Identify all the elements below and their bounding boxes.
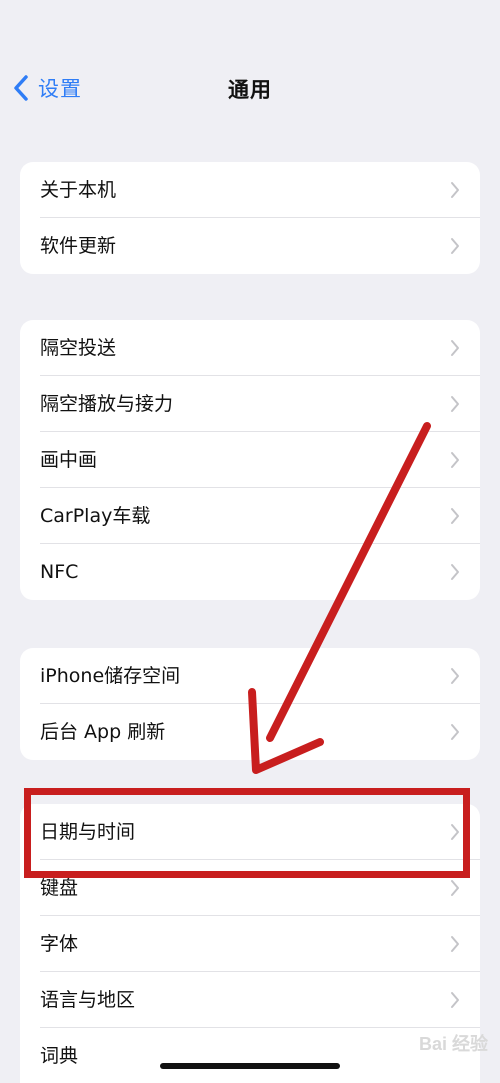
row-label: CarPlay车载 xyxy=(40,505,151,527)
row-fonts[interactable]: 字体 xyxy=(20,916,480,972)
chevron-right-icon xyxy=(451,508,459,524)
chevron-right-icon xyxy=(451,724,459,740)
home-indicator[interactable] xyxy=(160,1063,340,1069)
chevron-right-icon xyxy=(451,880,459,896)
row-label: 画中画 xyxy=(40,449,98,471)
settings-group-connectivity: 隔空投送 隔空播放与接力 画中画 CarPlay车载 NFC xyxy=(20,320,480,600)
chevron-right-icon xyxy=(451,396,459,412)
row-label: 关于本机 xyxy=(40,179,117,201)
row-label: 语言与地区 xyxy=(40,989,136,1011)
row-background-app-refresh[interactable]: 后台 App 刷新 xyxy=(20,704,480,760)
row-keyboard[interactable]: 键盘 xyxy=(20,860,480,916)
row-label: 隔空播放与接力 xyxy=(40,393,174,415)
row-software-update[interactable]: 软件更新 xyxy=(20,218,480,274)
row-date-time[interactable]: 日期与时间 xyxy=(20,804,480,860)
row-about[interactable]: 关于本机 xyxy=(20,162,480,218)
row-label: 日期与时间 xyxy=(40,821,136,843)
row-airdrop[interactable]: 隔空投送 xyxy=(20,320,480,376)
settings-group-device: 关于本机 软件更新 xyxy=(20,162,480,274)
chevron-right-icon xyxy=(451,340,459,356)
settings-group-locale: 日期与时间 键盘 字体 语言与地区 词典 xyxy=(20,804,480,1083)
chevron-right-icon xyxy=(451,238,459,254)
chevron-right-icon xyxy=(451,668,459,684)
settings-group-storage: iPhone储存空间 后台 App 刷新 xyxy=(20,648,480,760)
row-label: NFC xyxy=(40,561,79,583)
row-carplay[interactable]: CarPlay车载 xyxy=(20,488,480,544)
chevron-right-icon xyxy=(451,452,459,468)
chevron-right-icon xyxy=(451,564,459,580)
chevron-right-icon xyxy=(451,936,459,952)
row-label: 软件更新 xyxy=(40,235,117,257)
row-airplay-handoff[interactable]: 隔空播放与接力 xyxy=(20,376,480,432)
watermark: Bai 经验 xyxy=(418,1034,488,1054)
row-label: 后台 App 刷新 xyxy=(40,721,166,743)
row-language-region[interactable]: 语言与地区 xyxy=(20,972,480,1028)
row-picture-in-picture[interactable]: 画中画 xyxy=(20,432,480,488)
chevron-right-icon xyxy=(451,992,459,1008)
row-label: 字体 xyxy=(40,933,79,955)
page-title: 通用 xyxy=(228,78,272,102)
row-label: 隔空投送 xyxy=(40,337,117,359)
row-iphone-storage[interactable]: iPhone储存空间 xyxy=(20,648,480,704)
row-label: iPhone储存空间 xyxy=(40,665,181,687)
row-nfc[interactable]: NFC xyxy=(20,544,480,600)
navigation-bar: 设置 通用 xyxy=(0,55,500,121)
row-label: 词典 xyxy=(40,1045,79,1067)
row-dictionary[interactable]: 词典 xyxy=(20,1028,480,1083)
chevron-right-icon xyxy=(451,824,459,840)
row-label: 键盘 xyxy=(40,877,79,899)
chevron-right-icon xyxy=(451,182,459,198)
